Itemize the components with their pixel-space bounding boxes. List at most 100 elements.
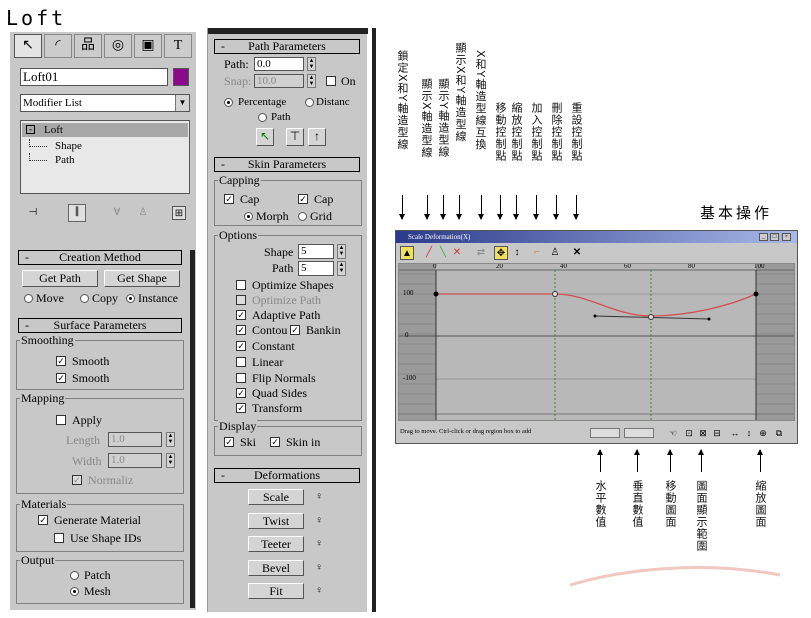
chevron-down-icon[interactable]: ▼: [175, 95, 189, 111]
horizontal-value-field[interactable]: [590, 428, 620, 438]
length-spinner[interactable]: ▲ ▼: [166, 432, 175, 447]
utilities-tab-icon[interactable]: T: [164, 34, 192, 58]
move-radio[interactable]: [24, 294, 33, 303]
skin-checkbox[interactable]: ✓: [224, 437, 234, 447]
instance-radio[interactable]: [126, 294, 135, 303]
smooth-length-checkbox[interactable]: ✓: [56, 356, 66, 366]
bevel-deformation-button[interactable]: Bevel: [248, 560, 304, 576]
bulb-icon[interactable]: ♀: [312, 561, 326, 575]
middle-panel-right-scrollbar[interactable]: [372, 28, 376, 612]
display-xy-axes-icon[interactable]: ✕: [450, 246, 464, 260]
snap-value-field[interactable]: 10.0: [254, 74, 304, 88]
path-steps-field[interactable]: 5: [298, 261, 334, 276]
tangent-handle-point[interactable]: [593, 314, 597, 318]
path-parameters-header[interactable]: - Path Parameters: [214, 39, 360, 54]
contour-checkbox[interactable]: ✓: [236, 325, 246, 335]
banking-checkbox[interactable]: ✓: [290, 325, 300, 335]
insert-control-point-icon[interactable]: ⌐: [530, 246, 544, 260]
maximize-button[interactable]: □: [770, 233, 779, 241]
normalize-checkbox[interactable]: ✓: [72, 475, 82, 485]
minimize-button[interactable]: _: [759, 233, 768, 241]
configure-sets-icon[interactable]: ⊞: [172, 206, 186, 220]
middle-panel-scrollbar[interactable]: [208, 28, 368, 34]
next-shape-button[interactable]: ↑: [308, 128, 326, 146]
stack-item-loft[interactable]: - Loft: [22, 123, 188, 137]
zoom-icon[interactable]: ⊕: [756, 426, 770, 440]
modifier-stack[interactable]: - Loft Shape Path: [20, 120, 190, 194]
zoom-region-icon[interactable]: ⧉: [772, 426, 786, 440]
fit-deformation-button[interactable]: Fit: [248, 583, 304, 599]
flip-normals-checkbox[interactable]: [236, 373, 246, 383]
pin-stack-icon[interactable]: ⊣: [26, 206, 40, 220]
zoom-horizontal-extents-icon[interactable]: ⊠: [696, 426, 710, 440]
constant-checkbox[interactable]: ✓: [236, 341, 246, 351]
create-tab-icon[interactable]: ↖: [14, 34, 42, 58]
skin-in-shaded-checkbox[interactable]: ✓: [270, 437, 280, 447]
percentage-radio[interactable]: [224, 98, 233, 107]
zoom-vertical-extents-icon[interactable]: ⊟: [710, 426, 724, 440]
previous-shape-button[interactable]: ⊤: [286, 128, 304, 146]
scale-control-point-icon[interactable]: ↕: [510, 246, 524, 260]
distance-radio[interactable]: [305, 98, 314, 107]
tangent-handle-point[interactable]: [707, 317, 711, 321]
linear-checkbox[interactable]: [236, 357, 246, 367]
pick-shape-button[interactable]: ↖: [256, 128, 274, 146]
cap-end-checkbox[interactable]: ✓: [298, 194, 308, 204]
vertical-value-field[interactable]: [624, 428, 654, 438]
swap-curves-icon[interactable]: ⇄: [474, 246, 488, 260]
modify-tab-icon[interactable]: ◜: [44, 34, 72, 58]
object-name-field[interactable]: Loft01: [20, 68, 168, 86]
cap-start-checkbox[interactable]: ✓: [224, 194, 234, 204]
display-y-axis-icon[interactable]: ╲: [436, 246, 450, 260]
skin-parameters-header[interactable]: - Skin Parameters: [214, 157, 360, 172]
left-panel-scrollbar[interactable]: [190, 250, 195, 608]
control-point[interactable]: [552, 291, 558, 297]
optimize-shapes-checkbox[interactable]: [236, 280, 246, 290]
display-x-axis-icon[interactable]: ╱: [422, 246, 436, 260]
object-color-swatch[interactable]: [173, 68, 189, 86]
copy-radio[interactable]: [80, 294, 89, 303]
deformation-graph[interactable]: 0 20 40 60 80 100 100 0 -100: [398, 263, 795, 421]
display-tab-icon[interactable]: ▣: [134, 34, 162, 58]
control-point[interactable]: [433, 291, 439, 297]
get-shape-button[interactable]: Get Shape: [104, 270, 180, 287]
modifier-list-dropdown[interactable]: Modifier List ▼: [20, 94, 190, 112]
zoom-extents-icon[interactable]: ⊡: [682, 426, 696, 440]
width-repeat-field[interactable]: 1.0: [108, 453, 162, 468]
bulb-icon[interactable]: ♀: [312, 537, 326, 551]
zoom-horizontal-icon[interactable]: ↔: [728, 426, 742, 440]
remove-modifier-icon[interactable]: ♙: [136, 206, 150, 220]
reset-curve-icon[interactable]: ✕: [570, 246, 584, 260]
snap-spinner[interactable]: ▲ ▼: [307, 74, 316, 88]
move-control-point-icon[interactable]: ✥: [494, 246, 508, 260]
stack-item-path[interactable]: Path: [29, 153, 169, 167]
shape-steps-field[interactable]: 5: [298, 244, 334, 259]
pan-icon[interactable]: ☜: [666, 426, 680, 440]
use-shape-ids-checkbox[interactable]: [54, 533, 64, 543]
shape-steps-spinner[interactable]: ▲ ▼: [337, 244, 346, 259]
hierarchy-tab-icon[interactable]: 品: [74, 34, 102, 58]
make-unique-icon[interactable]: ∀: [110, 206, 124, 220]
adaptive-path-checkbox[interactable]: ✓: [236, 310, 246, 320]
show-end-result-icon[interactable]: ∥: [68, 204, 86, 222]
bulb-icon[interactable]: ♀: [312, 490, 326, 504]
scale-deformation-button[interactable]: Scale: [248, 489, 304, 505]
apply-mapping-checkbox[interactable]: [56, 415, 66, 425]
surface-parameters-header[interactable]: - Surface Parameters: [18, 318, 182, 333]
deformations-header[interactable]: - Deformations: [214, 468, 360, 483]
close-button[interactable]: ×: [782, 233, 791, 241]
snap-on-checkbox[interactable]: [326, 76, 336, 86]
stack-item-shape[interactable]: Shape: [29, 139, 169, 153]
patch-radio[interactable]: [70, 571, 79, 580]
width-spinner[interactable]: ▲ ▼: [166, 453, 175, 468]
generate-material-checkbox[interactable]: ✓: [38, 515, 48, 525]
teeter-deformation-button[interactable]: Teeter: [248, 536, 304, 552]
path-value-field[interactable]: 0.0: [254, 57, 304, 71]
path-steps-radio[interactable]: [258, 113, 267, 122]
control-point[interactable]: [648, 314, 654, 320]
lock-aspect-icon[interactable]: ▲: [400, 246, 414, 260]
bulb-icon[interactable]: ♀: [312, 514, 326, 528]
twist-deformation-button[interactable]: Twist: [248, 513, 304, 529]
smooth-width-checkbox[interactable]: ✓: [56, 373, 66, 383]
delete-control-point-icon[interactable]: ♙: [548, 246, 562, 260]
